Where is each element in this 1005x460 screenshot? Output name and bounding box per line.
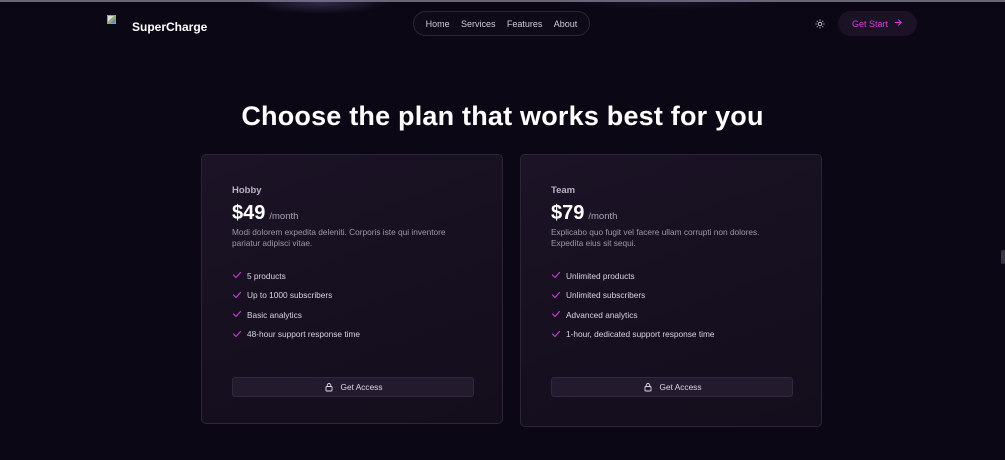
get-access-label: Get Access <box>659 382 702 392</box>
page-title: Choose the plan that works best for you <box>241 101 764 131</box>
feature-item: Basic analytics <box>232 305 360 325</box>
price-row: $79 /month <box>551 202 617 225</box>
get-start-button[interactable]: Get Start <box>838 11 917 36</box>
arrow-right-icon <box>894 18 903 30</box>
nav-item-about[interactable]: About <box>554 19 578 29</box>
plan-description: Modi dolorem expedita deleniti. Corporis… <box>232 227 446 248</box>
feature-label: Basic analytics <box>247 309 302 320</box>
check-icon <box>551 270 562 281</box>
check-icon <box>551 290 562 301</box>
plan-card-hobby: Hobby $49 /month Modi dolorem expedita d… <box>201 154 503 424</box>
brand-name: SuperCharge <box>132 20 208 34</box>
lock-icon <box>643 382 653 392</box>
feature-item: Unlimited subscribers <box>551 286 715 306</box>
nav-menu: Home Services Features About <box>413 11 590 36</box>
nav-item-services[interactable]: Services <box>461 19 496 29</box>
check-icon <box>232 290 243 301</box>
feature-label: Unlimited products <box>566 270 635 281</box>
nav-item-home[interactable]: Home <box>426 19 450 29</box>
sun-icon[interactable] <box>813 17 827 31</box>
feature-list: Unlimited products Unlimited subscribers… <box>551 266 715 344</box>
plan-period: /month <box>269 211 299 222</box>
feature-item: Up to 1000 subscribers <box>232 286 360 306</box>
plan-period: /month <box>588 211 618 222</box>
nav-item-features[interactable]: Features <box>507 19 543 29</box>
plan-card-team: Team $79 /month Explicabo quo fugit vel … <box>520 154 822 427</box>
feature-label: 1-hour, dedicated support response time <box>566 329 715 340</box>
plan-description: Explicabo quo fugit vel facere ullam cor… <box>551 227 760 248</box>
feature-item: 48-hour support response time <box>232 325 360 345</box>
navbar: SuperCharge Home Services Features About… <box>0 0 1005 48</box>
plan-price: $79 <box>551 202 585 224</box>
feature-item: Advanced analytics <box>551 305 715 325</box>
lock-icon <box>324 382 334 392</box>
check-icon <box>551 309 562 320</box>
get-start-label: Get Start <box>851 18 888 29</box>
brand[interactable]: SuperCharge <box>107 13 207 34</box>
plan-price: $49 <box>232 202 266 224</box>
get-access-button[interactable]: Get Access <box>551 377 793 397</box>
get-access-label: Get Access <box>340 382 383 392</box>
feature-label: 5 products <box>247 270 286 281</box>
check-icon <box>232 270 243 281</box>
feature-label: Advanced analytics <box>566 309 638 320</box>
feature-item: Unlimited products <box>551 266 715 286</box>
feature-item: 5 products <box>232 266 360 286</box>
feature-label: Up to 1000 subscribers <box>247 290 333 301</box>
scrollbar-thumb[interactable] <box>1001 250 1005 264</box>
price-row: $49 /month <box>232 202 298 225</box>
check-icon <box>551 329 562 340</box>
feature-list: 5 products Up to 1000 subscribers Basic … <box>232 266 360 344</box>
feature-label: Unlimited subscribers <box>566 290 646 301</box>
plan-name: Team <box>551 185 576 196</box>
feature-label: 48-hour support response time <box>247 329 360 340</box>
check-icon <box>232 329 243 340</box>
feature-item: 1-hour, dedicated support response time <box>551 325 715 345</box>
check-icon <box>232 309 243 320</box>
get-access-button[interactable]: Get Access <box>232 377 474 397</box>
plan-name: Hobby <box>232 185 262 196</box>
broken-image-icon <box>107 14 125 33</box>
